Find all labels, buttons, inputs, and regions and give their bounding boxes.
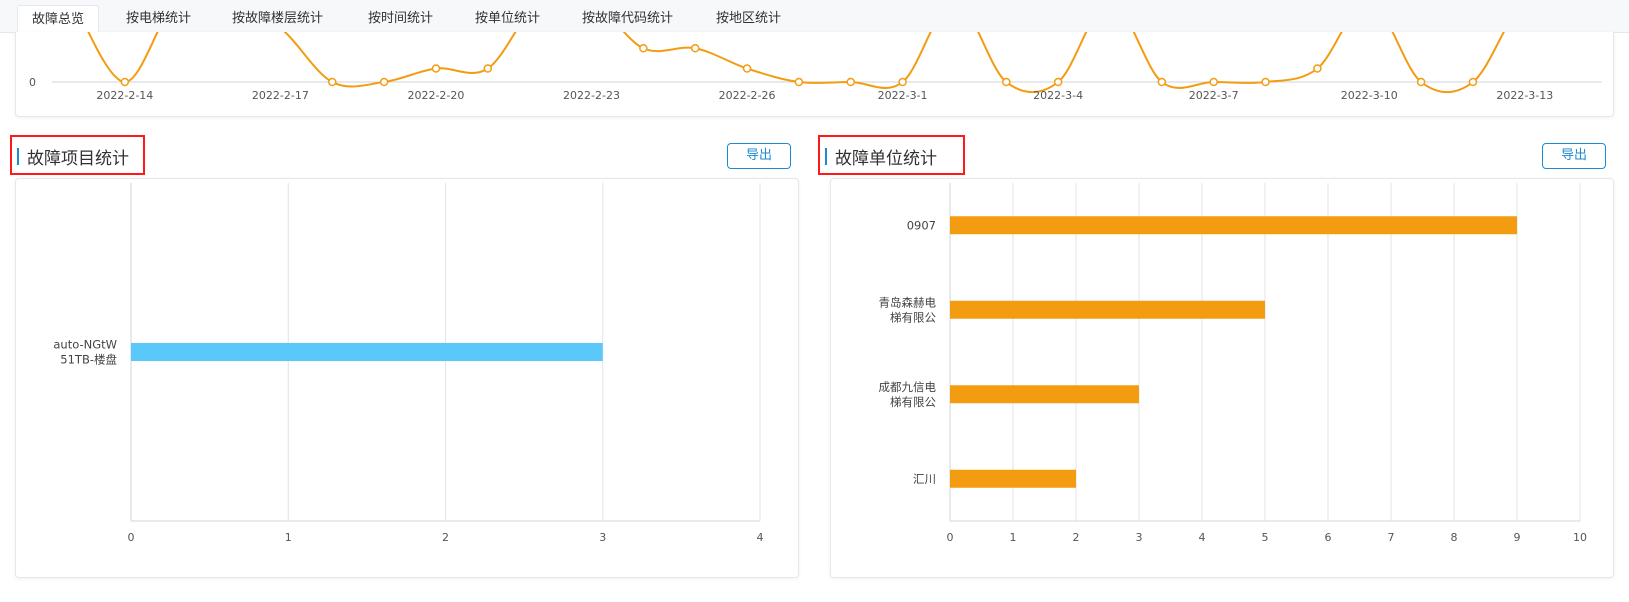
y-category-label: 梯有限公 (890, 310, 936, 324)
x-tick-label: 10 (1573, 531, 1587, 544)
fault-unit-bar-chart: 0 1 2 3 4 5 6 7 8 9 100907青岛森赫电梯有限公成都九信电梯有限公汇川 (879, 183, 1587, 544)
x-tick-label: 2022-2-20 (407, 89, 464, 102)
x-tick-label: 8 (1451, 531, 1458, 544)
y-category-label: 51TB-楼盘 (60, 353, 117, 367)
trend-data-point[interactable] (1416, 77, 1426, 87)
trend-data-point[interactable] (1002, 77, 1011, 87)
fault-trend-line-chart: 0 2022-2-14 2022-2-17 2022-2-20 2022-2-23 20… (29, 32, 1602, 102)
x-tick-label: 0 (947, 531, 954, 544)
x-tick-label: 1 (285, 531, 292, 544)
trend-data-point[interactable] (742, 64, 752, 73)
trend-data-point[interactable] (846, 77, 855, 87)
x-tick-label: 2 (442, 531, 449, 544)
x-tick-label: 2022-2-14 (96, 89, 153, 102)
tab-by-fault-code[interactable]: 按故障代码统计 (582, 5, 673, 32)
fault-unit-section-header: 故障单位统计 (818, 135, 965, 175)
tab-fault-overview[interactable]: 故障总览 (17, 5, 100, 34)
trend-data-point[interactable] (483, 64, 493, 73)
x-tick-label: 2022-2-26 (719, 89, 776, 102)
x-tick-label: 3 (1136, 531, 1143, 544)
bar[interactable] (131, 343, 603, 361)
trend-data-point[interactable] (1209, 77, 1218, 87)
trend-data-point[interactable] (1053, 77, 1063, 87)
trend-chart-panel: 0 2022-2-14 2022-2-17 2022-2-20 2022-2-23 20… (15, 32, 1614, 117)
x-tick-label: 1 (1010, 531, 1017, 544)
y-tick-label: 0 (29, 76, 36, 89)
x-tick-label: 4 (757, 531, 764, 544)
bar[interactable] (950, 300, 1265, 319)
x-tick-label: 7 (1388, 531, 1395, 544)
bar[interactable] (950, 469, 1076, 488)
y-category-label: 0907 (907, 218, 936, 232)
x-tick-label: 5 (1262, 531, 1269, 544)
trend-data-point[interactable] (431, 64, 441, 73)
bar[interactable] (950, 216, 1517, 235)
section-title: 故障单位统计 (835, 149, 937, 169)
y-category-label: auto-NGtW (53, 338, 117, 352)
x-tick-label: 9 (1514, 531, 1521, 544)
export-button[interactable]: 导出 (1542, 143, 1606, 169)
y-category-label: 青岛森赫电 (879, 295, 937, 309)
fault-item-section-header: 故障项目统计 (10, 135, 145, 175)
x-tick-label: 2022-3-4 (1033, 89, 1083, 102)
y-category-label: 汇川 (913, 472, 936, 486)
x-tick-label: 2022-2-23 (563, 89, 620, 102)
tab-by-region[interactable]: 按地区统计 (716, 5, 781, 32)
trend-data-point[interactable] (1313, 64, 1322, 73)
x-tick-label: 0 (128, 531, 135, 544)
tab-bar: 故障总览 按电梯统计 按故障楼层统计 按时间统计 按单位统计 按故障代码统计 按… (0, 0, 1629, 34)
y-category-label: 梯有限公 (890, 395, 936, 409)
x-tick-label: 2022-3-1 (878, 89, 928, 102)
section-title: 故障项目统计 (27, 149, 129, 169)
trend-data-point[interactable] (690, 44, 700, 53)
trend-data-point[interactable] (120, 77, 130, 87)
trend-series-line (87, 32, 1505, 94)
y-category-label: 成都九信电 (879, 380, 937, 394)
section-accent-bar (17, 148, 19, 165)
trend-data-point[interactable] (898, 77, 907, 87)
trend-data-point[interactable] (1157, 77, 1167, 87)
x-tick-label: 2022-2-17 (252, 89, 309, 102)
fault-item-bar-chart: 0 1 2 3 4 auto-NGtW51TB-楼盘 (53, 183, 764, 544)
x-tick-label: 2 (1073, 531, 1080, 544)
fault-item-chart-panel: 0 1 2 3 4 auto-NGtW 51TB-楼盘 (15, 178, 799, 578)
trend-data-point[interactable] (639, 44, 648, 53)
tab-by-elevator[interactable]: 按电梯统计 (126, 5, 191, 32)
trend-data-point[interactable] (1261, 77, 1270, 87)
x-tick-label: 3 (599, 531, 606, 544)
fault-unit-chart-panel: 0 1 2 3 4 5 6 7 8 9 10 0907 青岛森赫电 梯有限公 成都九信电 梯有限公 汇川 (830, 178, 1614, 578)
x-tick-label: 4 (1199, 531, 1206, 544)
trend-data-point[interactable] (1468, 77, 1478, 87)
tab-by-fault-floor[interactable]: 按故障楼层统计 (232, 5, 323, 32)
export-button[interactable]: 导出 (727, 143, 791, 169)
bar[interactable] (950, 385, 1139, 404)
trend-data-point[interactable] (328, 77, 337, 87)
tab-by-time[interactable]: 按时间统计 (368, 5, 433, 32)
x-tick-label: 2022-3-7 (1189, 89, 1239, 102)
tab-by-unit[interactable]: 按单位统计 (475, 5, 540, 32)
x-tick-label: 2022-3-13 (1496, 89, 1553, 102)
trend-data-point[interactable] (379, 77, 389, 87)
x-tick-label: 6 (1325, 531, 1332, 544)
x-tick-label: 2022-3-10 (1341, 89, 1398, 102)
section-accent-bar (825, 148, 827, 165)
trend-data-point[interactable] (794, 77, 804, 87)
